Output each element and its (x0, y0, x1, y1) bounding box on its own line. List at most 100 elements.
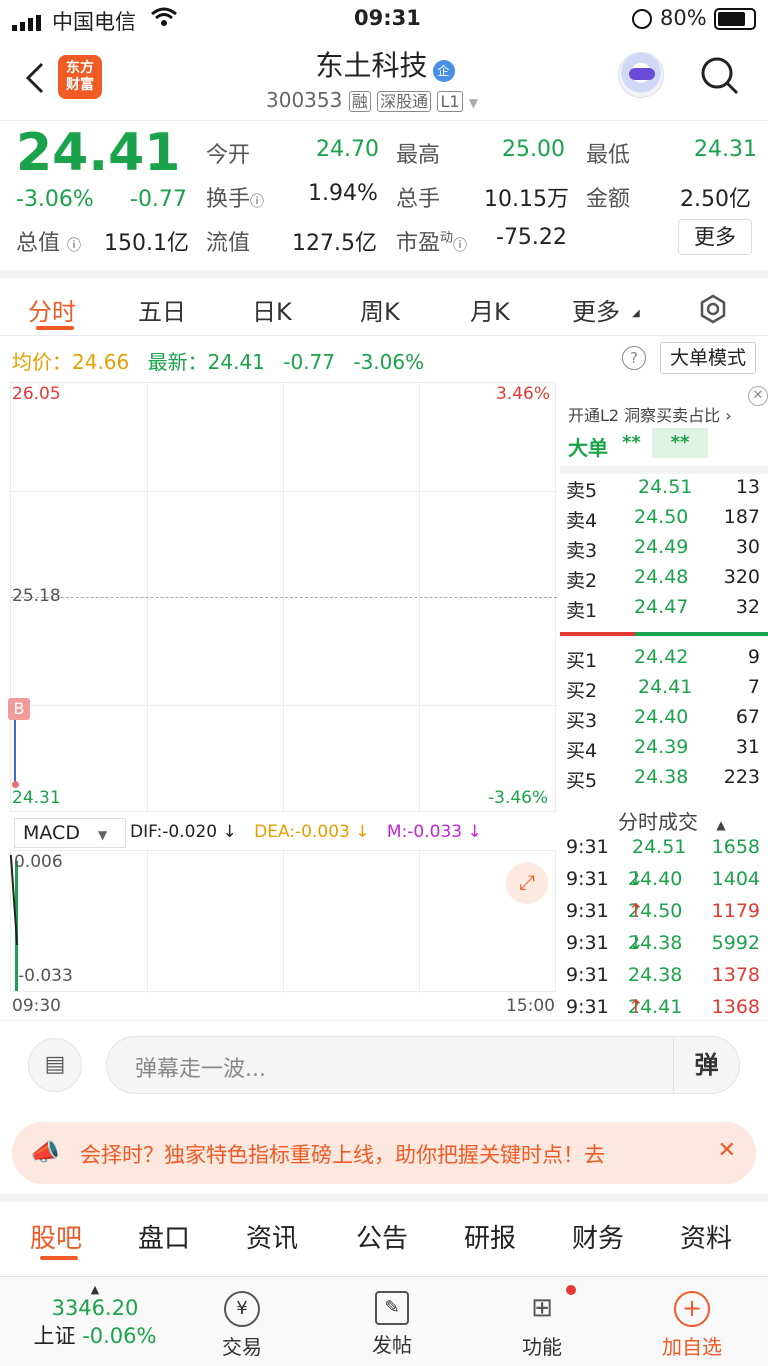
price-point (12, 781, 19, 788)
turnover-label: 换手ⓘ (206, 187, 265, 212)
ask-row-4[interactable]: 卖4 24.50 187 (566, 506, 766, 536)
grid-line (147, 383, 148, 813)
post-button[interactable]: ✎ 发帖 (332, 1291, 452, 1358)
grid-line (283, 383, 284, 813)
gear-icon[interactable] (698, 294, 728, 328)
dropdown-icon: ▼ (98, 828, 108, 842)
tab-orderbook[interactable]: 盘口 (138, 1218, 190, 1255)
caret-icon: ◢ (632, 308, 640, 319)
tab-weekly-k[interactable]: 周K (360, 292, 400, 327)
tab-finance[interactable]: 财务 (572, 1218, 624, 1255)
tab-more[interactable]: 更多 (572, 292, 620, 327)
macd-selector[interactable]: MACD ▼ (14, 818, 126, 848)
grid-line (419, 383, 420, 813)
app-logo: 东方 财富 (58, 55, 102, 99)
latest-pct: -3.06% (353, 350, 425, 374)
rotation-lock-icon (632, 9, 652, 29)
low-value: 24.31 (694, 137, 757, 162)
index-quote[interactable]: ▲ 3346.20 上证 -0.06% (10, 1283, 180, 1350)
close-icon[interactable]: ✕ (748, 386, 768, 406)
avg-label: 均价： (12, 350, 72, 374)
carrier-name: 中国电信 (52, 10, 136, 34)
latest-change: -0.77 (283, 350, 335, 374)
pct-bottom-label: -3.46% (488, 788, 549, 808)
intraday-chart[interactable] (10, 382, 557, 813)
trade-row: 9:31 24.51 1658 (566, 836, 760, 858)
comment-input[interactable]: 弹幕走一波... 弹 (106, 1036, 740, 1094)
total-mv-value: 150.1亿 (104, 231, 189, 256)
l2-promo[interactable]: 开通L2 洞察买卖占比 › (568, 402, 732, 426)
more-button[interactable]: 更多 (678, 219, 752, 255)
tab-profile[interactable]: 资料 (680, 1218, 732, 1255)
turnover-value: 1.94% (308, 181, 378, 206)
feature-banner[interactable]: 📣 会择时？独家特色指标重磅上线，助你把握关键时点！去 ✕ (12, 1122, 756, 1184)
big-order-mode-button[interactable]: 大单模式 (660, 342, 756, 374)
bid-row-4[interactable]: 买4 24.39 31 (566, 736, 766, 766)
tab-daily-k[interactable]: 日K (252, 292, 292, 327)
trades-title[interactable]: 分时成交 ▲ (618, 806, 726, 835)
active-tab-underline (36, 326, 74, 330)
active-section-underline (40, 1256, 78, 1260)
tab-announcements[interactable]: 公告 (356, 1218, 408, 1255)
help-icon[interactable]: ? (622, 346, 646, 370)
functions-button[interactable]: ⊞ 功能 (482, 1285, 602, 1360)
tab-news[interactable]: 资讯 (246, 1218, 298, 1255)
last-price: 24.41 (16, 123, 181, 183)
robot-assistant-icon[interactable] (618, 52, 664, 98)
bid-row-1[interactable]: 买1 24.42 9 (566, 646, 766, 676)
chevron-down-icon: ▼ (468, 96, 479, 110)
divider (560, 466, 768, 474)
high-label: 最高 (396, 143, 441, 168)
open-label: 今开 (206, 143, 251, 168)
stock-code-row[interactable]: 300353 融 深股通 L1 ▼ (266, 88, 478, 112)
notification-dot (566, 1285, 576, 1295)
ask-row-1[interactable]: 卖1 24.47 32 (566, 596, 766, 626)
trade-button[interactable]: ¥ 交易 (182, 1291, 302, 1360)
ask-row-5[interactable]: 卖5 24.51 13 (566, 476, 766, 506)
tab-forum[interactable]: 股吧 (30, 1218, 82, 1255)
bid-row-3[interactable]: 买3 24.40 67 (566, 706, 766, 736)
macd-y-bottom: -0.033 (18, 966, 73, 986)
chart-info-row: 均价：24.66 最新：24.41 -0.77 -3.06% (12, 346, 424, 375)
signal-icon (12, 12, 44, 31)
bid-row-2[interactable]: 买2 24.41 7 (566, 676, 766, 706)
macd-dea: DEA:-0.003 ↓ (254, 822, 370, 842)
close-banner-icon[interactable]: ✕ (718, 1138, 736, 1163)
danmaku-settings-icon[interactable]: ▤ (28, 1038, 82, 1092)
macd-y-top: 0.006 (14, 852, 63, 872)
trade-icon: ¥ (224, 1291, 260, 1327)
status-bar: 中国电信 09:31 80% (0, 0, 768, 40)
buy-marker: B (8, 698, 30, 720)
ask-row-3[interactable]: 卖3 24.49 30 (566, 536, 766, 566)
index-change: -0.06% (82, 1324, 157, 1348)
bid-row-5[interactable]: 买5 24.38 223 (566, 766, 766, 796)
info-icon: ⓘ (250, 194, 265, 210)
add-watchlist-button[interactable]: + 加自选 (632, 1291, 752, 1360)
total-mv-label: 总值 ⓘ (16, 231, 82, 256)
quote-panel: 24.41 -3.06% -0.77 总值 ⓘ 150.1亿 今开 24.70 … (0, 120, 768, 270)
expand-icon[interactable]: ⤢ (506, 862, 548, 904)
section-tabs: 股吧 盘口 资讯 公告 研报 财务 资料 (0, 1194, 768, 1276)
search-icon[interactable] (700, 56, 740, 100)
macd-chart[interactable] (9, 850, 556, 993)
wifi-icon (150, 6, 178, 33)
grid-line (11, 491, 557, 492)
tab-intraday[interactable]: 分时 (28, 292, 76, 327)
tag-level: L1 (437, 91, 463, 112)
change-value: -0.77 (130, 187, 187, 212)
float-mv-label: 流值 (206, 231, 251, 256)
big-order-value-2: ** (652, 428, 708, 458)
trade-row: 9:31 24.40 ↓ 1404 (566, 868, 760, 890)
big-order-value-1: ** (622, 432, 641, 453)
chevron-right-icon: › (725, 406, 732, 425)
latest-value: 24.41 (207, 350, 265, 374)
volume-value: 10.15万 (484, 187, 569, 212)
tab-research[interactable]: 研报 (464, 1218, 516, 1255)
tab-5day[interactable]: 五日 (138, 292, 186, 327)
tab-monthly-k[interactable]: 月K (470, 292, 510, 327)
back-icon[interactable] (22, 60, 48, 100)
send-danmaku-button[interactable]: 弹 (673, 1037, 739, 1093)
low-label: 最低 (586, 143, 631, 168)
enterprise-badge-icon: 企 (432, 59, 455, 82)
ask-row-2[interactable]: 卖2 24.48 320 (566, 566, 766, 596)
